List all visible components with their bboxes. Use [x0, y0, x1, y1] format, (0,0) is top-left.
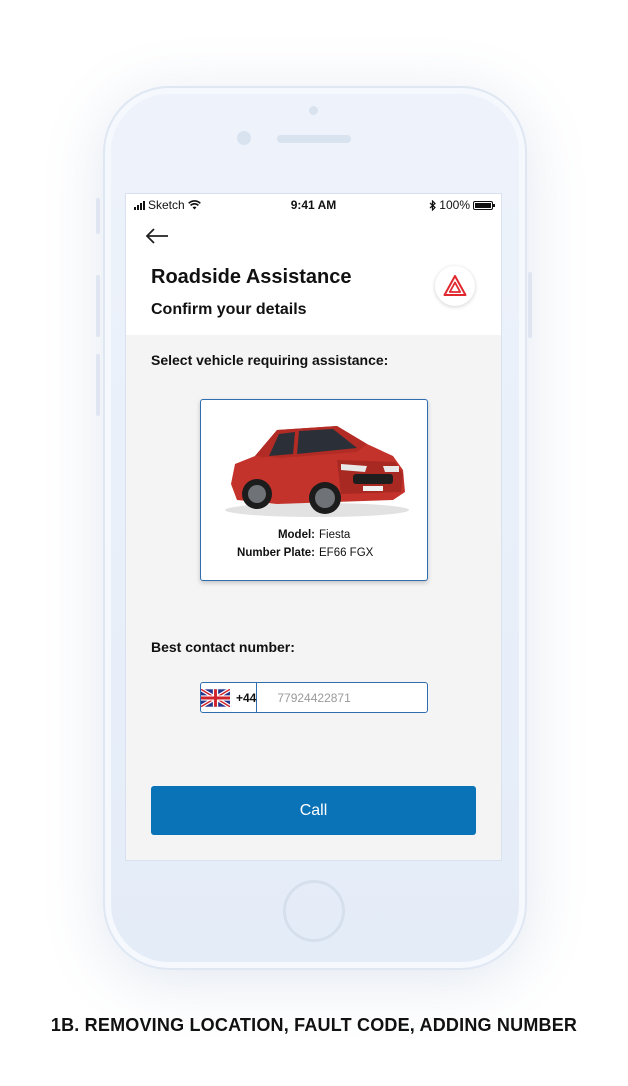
battery-icon — [473, 200, 495, 210]
status-bar: Sketch 9:41 AM 100% — [126, 194, 501, 216]
earpiece-speaker — [277, 135, 351, 143]
contact-section-label: Best contact number: — [151, 639, 295, 655]
hazard-button[interactable] — [435, 266, 475, 306]
vehicle-info: Model: Fiesta Number Plate: EF66 FGX — [201, 526, 427, 562]
country-code-selector[interactable]: +44 — [201, 683, 258, 712]
caption: 1B. REMOVING LOCATION, FAULT CODE, ADDIN… — [50, 1015, 578, 1035]
phone-number-field[interactable] — [257, 682, 435, 713]
power-button — [528, 272, 532, 338]
plate-value: EF66 FGX — [319, 547, 374, 559]
call-button[interactable]: Call — [151, 786, 476, 835]
phone-number-input-group: +44 — [200, 682, 435, 713]
car-image — [225, 426, 409, 517]
model-value: Fiesta — [319, 529, 351, 541]
app-screen: Sketch 9:41 AM 100% Roadside Assistance … — [125, 193, 502, 861]
plate-key: Number Plate: — [237, 547, 315, 559]
bluetooth-icon — [429, 199, 437, 211]
page-header: Roadside Assistance Confirm your details — [126, 216, 501, 335]
mute-switch — [96, 198, 100, 234]
model-key: Model: — [277, 529, 315, 541]
uk-flag-icon — [201, 688, 230, 707]
vehicle-model-row: Model: Fiesta — [201, 526, 427, 544]
hazard-icon — [443, 275, 467, 296]
proximity-sensor — [309, 106, 318, 115]
status-right: 100% — [429, 198, 495, 212]
vehicle-card[interactable]: Model: Fiesta Number Plate: EF66 FGX — [200, 399, 428, 581]
battery-percent: 100% — [439, 198, 470, 212]
front-camera — [237, 131, 251, 145]
vehicle-plate-row: Number Plate: EF66 FGX — [201, 544, 427, 562]
volume-up-button — [96, 275, 100, 337]
back-arrow-icon[interactable] — [144, 226, 170, 250]
vehicle-section-label: Select vehicle requiring assistance: — [151, 352, 389, 368]
country-code: +44 — [236, 690, 257, 705]
home-button[interactable] — [283, 880, 345, 942]
volume-down-button — [96, 354, 100, 416]
page-title: Roadside Assistance — [151, 266, 352, 288]
page-subtitle: Confirm your details — [151, 301, 307, 318]
